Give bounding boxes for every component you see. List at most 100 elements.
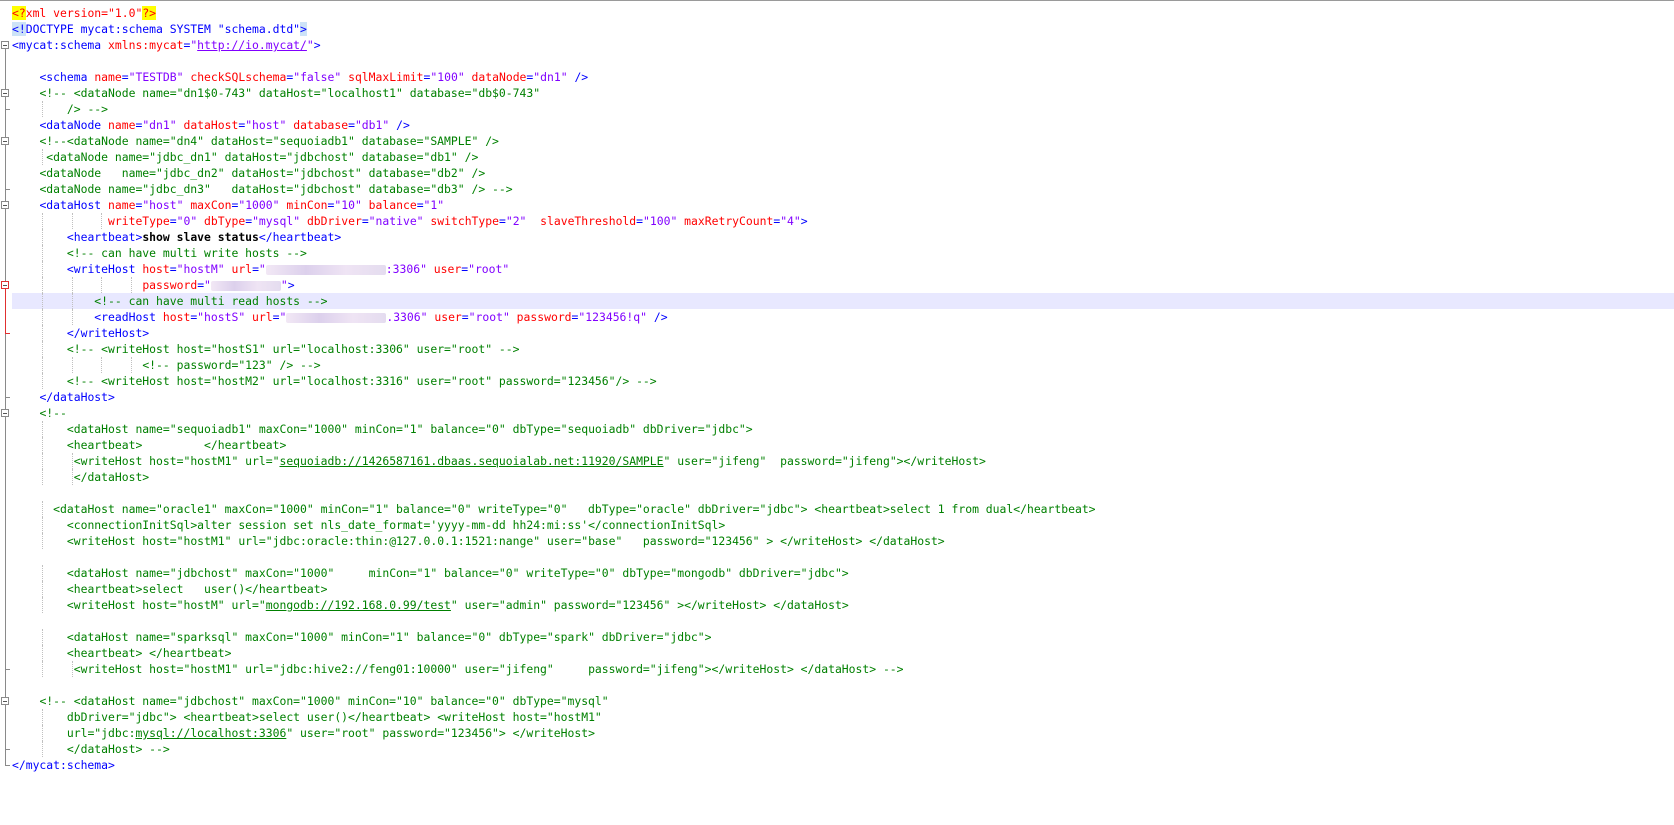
indent-guide xyxy=(41,437,43,453)
code-line-8[interactable]: <dataNode name="dn1" dataHost="host" dat… xyxy=(12,117,1674,133)
code-line-32[interactable]: <dataHost name="oracle1" maxCon="1000" m… xyxy=(12,501,1674,517)
code-token: > xyxy=(800,214,808,228)
fold-toggle-icon[interactable] xyxy=(1,697,9,705)
code-line-36[interactable]: <dataHost name="jdbchost" maxCon="1000" … xyxy=(12,565,1674,581)
code-line-31[interactable] xyxy=(12,485,1674,501)
code-token: dataHost xyxy=(183,118,239,132)
code-line-30[interactable]: </dataHost> xyxy=(12,469,1674,485)
fold-toggle-icon[interactable] xyxy=(1,137,9,145)
fold-margin[interactable] xyxy=(0,1,11,825)
fold-end-marker xyxy=(5,765,10,766)
code-line-1[interactable]: <?xml version="1.0"?> xyxy=(12,5,1674,21)
code-line-5[interactable]: <schema name="TESTDB" checkSQLschema="fa… xyxy=(12,69,1674,85)
code-editor[interactable]: <?xml version="1.0"?> <!DOCTYPE mycat:sch… xyxy=(0,0,1674,825)
code-line-27[interactable]: <dataHost name="sequoiadb1" maxCon="1000… xyxy=(12,421,1674,437)
code-token: "2" xyxy=(505,214,541,228)
code-line-10[interactable]: <dataNode name="jdbc_dn1" dataHost="jdbc… xyxy=(12,149,1674,165)
code-line-23[interactable]: <!-- password="123" /> --> xyxy=(12,357,1674,373)
code-line-12[interactable]: <dataNode name="jdbc_dn3" dataHost="jdbc… xyxy=(12,181,1674,197)
fold-toggle-icon[interactable] xyxy=(1,41,9,49)
redacted-region xyxy=(265,264,386,275)
code-token: http://io.mycat/ xyxy=(197,38,307,52)
code-token: <!-- <dataHost name="jdbchost" maxCon="1… xyxy=(39,694,609,708)
code-token: > xyxy=(287,278,295,292)
code-token: = xyxy=(636,214,644,228)
code-line-19[interactable]: <!-- can have multi read hosts --> xyxy=(12,293,1674,309)
code-line-29[interactable]: <writeHost host="hostM1" url="sequoiadb:… xyxy=(12,453,1674,469)
code-token: <heartbeat>select user()</heartbeat> xyxy=(66,582,328,596)
code-line-43[interactable] xyxy=(12,677,1674,693)
code-line-46[interactable]: url="jdbc:mysql://localhost:3306" user="… xyxy=(12,725,1674,741)
code-token: <! xyxy=(12,22,26,36)
code-line-6[interactable]: <!-- <dataNode name="dn1$0-743" dataHost… xyxy=(12,85,1674,101)
code-line-34[interactable]: <writeHost host="hostM1" url="jdbc:oracl… xyxy=(12,533,1674,549)
code-line-41[interactable]: <heartbeat> </heartbeat> xyxy=(12,645,1674,661)
code-token: <!-- <writeHost host="hostS1" url="local… xyxy=(66,342,520,356)
code-line-21[interactable]: </writeHost> xyxy=(12,325,1674,341)
code-line-40[interactable]: <dataHost name="sparksql" maxCon="1000" … xyxy=(12,629,1674,645)
code-token: <dataNode name="jdbc_dn1" dataHost="jdbc… xyxy=(46,150,479,164)
code-line-18[interactable]: password=" "> xyxy=(12,277,1674,293)
code-token: xmlns:mycat xyxy=(108,38,184,52)
code-line-14[interactable]: writeType="0" dbType="mysql" dbDriver="n… xyxy=(12,213,1674,229)
code-line-35[interactable] xyxy=(12,549,1674,565)
code-token: dbDriver xyxy=(306,214,362,228)
code-line-28[interactable]: <heartbeat> </heartbeat> xyxy=(12,437,1674,453)
fold-range-line xyxy=(5,49,6,765)
redacted-region xyxy=(286,312,387,323)
code-line-16[interactable]: <!-- can have multi write hosts --> xyxy=(12,245,1674,261)
code-line-2[interactable]: <!DOCTYPE mycat:schema SYSTEM "schema.dt… xyxy=(12,21,1674,37)
code-token: "dn1" xyxy=(533,70,575,84)
indent-guide xyxy=(41,725,43,741)
code-line-20[interactable]: <readHost host="hostS" url=" .3306" user=… xyxy=(12,309,1674,325)
code-line-24[interactable]: <!-- <writeHost host="hostM2" url="local… xyxy=(12,373,1674,389)
code-line-44[interactable]: <!-- <dataHost name="jdbchost" maxCon="1… xyxy=(12,693,1674,709)
fold-toggle-icon[interactable] xyxy=(1,89,9,97)
code-line-7[interactable]: /> --> xyxy=(12,101,1674,117)
code-line-4[interactable] xyxy=(12,53,1674,69)
code-line-45[interactable]: dbDriver="jdbc"> <heartbeat>select user(… xyxy=(12,709,1674,725)
fold-end-marker xyxy=(5,189,10,190)
code-token: <connectionInitSql>alter session set nls… xyxy=(66,518,726,532)
code-line-38[interactable]: <writeHost host="hostM" url="mongodb://1… xyxy=(12,597,1674,613)
indent-guide xyxy=(41,293,43,309)
code-token: /> xyxy=(574,70,589,84)
code-line-15[interactable]: <heartbeat>show slave status</heartbeat> xyxy=(12,229,1674,245)
code-line-9[interactable]: <!--<dataNode name="dn4" dataHost="sequo… xyxy=(12,133,1674,149)
indent-guide xyxy=(71,357,73,373)
code-token: </dataHost> xyxy=(39,390,115,404)
code-token: minCon xyxy=(286,198,328,212)
fold-toggle-icon[interactable] xyxy=(1,409,9,417)
code-line-33[interactable]: <connectionInitSql>alter session set nls… xyxy=(12,517,1674,533)
code-line-26[interactable]: <!-- xyxy=(12,405,1674,421)
text-area[interactable]: <?xml version="1.0"?> <!DOCTYPE mycat:sch… xyxy=(12,5,1674,773)
code-token: .3306" xyxy=(386,310,435,324)
code-line-17[interactable]: <writeHost host="hostM" url=":3306" user… xyxy=(12,261,1674,277)
fold-toggle-icon[interactable] xyxy=(1,281,9,289)
code-line-22[interactable]: <!-- <writeHost host="hostS1" url="local… xyxy=(12,341,1674,357)
code-line-48[interactable]: </mycat:schema> xyxy=(12,757,1674,773)
indent-guide xyxy=(101,277,103,293)
indent-guide xyxy=(41,213,43,229)
code-token: <dataHost xyxy=(39,198,109,212)
code-line-3[interactable]: <mycat:schema xmlns:mycat="http://io.myc… xyxy=(12,37,1674,53)
code-line-42[interactable]: <writeHost host="hostM1" url="jdbc:hive2… xyxy=(12,661,1674,677)
code-line-11[interactable]: <dataNode name="jdbc_dn2" dataHost="jdbc… xyxy=(12,165,1674,181)
code-line-47[interactable]: </dataHost> --> xyxy=(12,741,1674,757)
fold-toggle-icon[interactable] xyxy=(1,201,9,209)
code-token: :3306" xyxy=(385,262,434,276)
code-line-39[interactable] xyxy=(12,613,1674,629)
code-line-13[interactable]: <dataHost name="host" maxCon="1000" minC… xyxy=(12,197,1674,213)
code-token: "123456!q" xyxy=(578,310,654,324)
code-line-25[interactable]: </dataHost> xyxy=(12,389,1674,405)
code-line-37[interactable]: <heartbeat>select user()</heartbeat> xyxy=(12,581,1674,597)
